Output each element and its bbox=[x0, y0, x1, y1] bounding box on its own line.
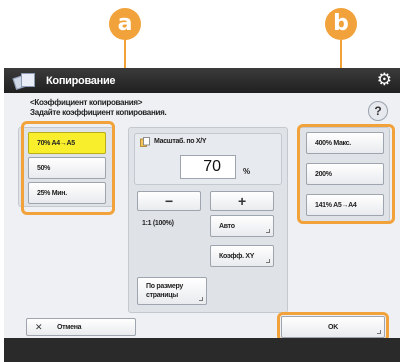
auto-label: Авто bbox=[219, 222, 235, 230]
callout-b-highlight bbox=[297, 124, 395, 224]
ratio-value-field[interactable]: 70 bbox=[180, 155, 236, 179]
plus-icon: + bbox=[238, 193, 246, 209]
xy-ratio-button[interactable]: Коэфф. XY bbox=[210, 245, 274, 267]
cancel-button[interactable]: ✕ Отмена bbox=[26, 318, 136, 336]
minus-icon: − bbox=[165, 193, 173, 209]
xy-ratio-icon bbox=[140, 137, 150, 147]
copy-app-icon bbox=[12, 72, 38, 90]
callout-a: a bbox=[109, 8, 141, 40]
window-titlebar: Копирование ⚙ bbox=[4, 68, 400, 93]
fit-page-button[interactable]: По размеру страницы bbox=[137, 277, 207, 305]
copy-ratio-dialog: <Коэффициент копирования> Задайте коэффи… bbox=[4, 93, 400, 342]
auto-button[interactable]: Авто bbox=[210, 215, 274, 237]
instruction-heading: <Коэффициент копирования> bbox=[30, 98, 143, 107]
callout-a-highlight bbox=[21, 121, 115, 215]
status-bar bbox=[4, 338, 400, 362]
instruction-text: Задайте коэффициент копирования. bbox=[30, 108, 167, 117]
xy-ratio-label: Масштаб. по X/Y bbox=[154, 138, 207, 145]
corner-mark-icon bbox=[266, 259, 270, 263]
gear-icon[interactable]: ⚙ bbox=[377, 71, 392, 89]
window-title: Копирование bbox=[46, 74, 116, 87]
close-icon: ✕ bbox=[35, 322, 43, 332]
dialog-instructions: <Коэффициент копирования> Задайте коэффи… bbox=[30, 98, 167, 118]
corner-mark-icon bbox=[199, 297, 203, 301]
increase-button[interactable]: + bbox=[210, 191, 274, 211]
fit-page-label: По размеру страницы bbox=[146, 283, 183, 299]
help-button[interactable]: ? bbox=[368, 101, 388, 121]
ratio-unit: % bbox=[243, 167, 251, 176]
cancel-label: Отмена bbox=[57, 323, 82, 331]
corner-mark-icon bbox=[266, 229, 270, 233]
callout-b: b bbox=[325, 8, 357, 40]
decrease-button[interactable]: − bbox=[137, 191, 201, 211]
ratio-1to1-label[interactable]: 1:1 (100%) bbox=[142, 220, 174, 227]
xy-ratio-button-label: Коэфф. XY bbox=[219, 252, 255, 260]
